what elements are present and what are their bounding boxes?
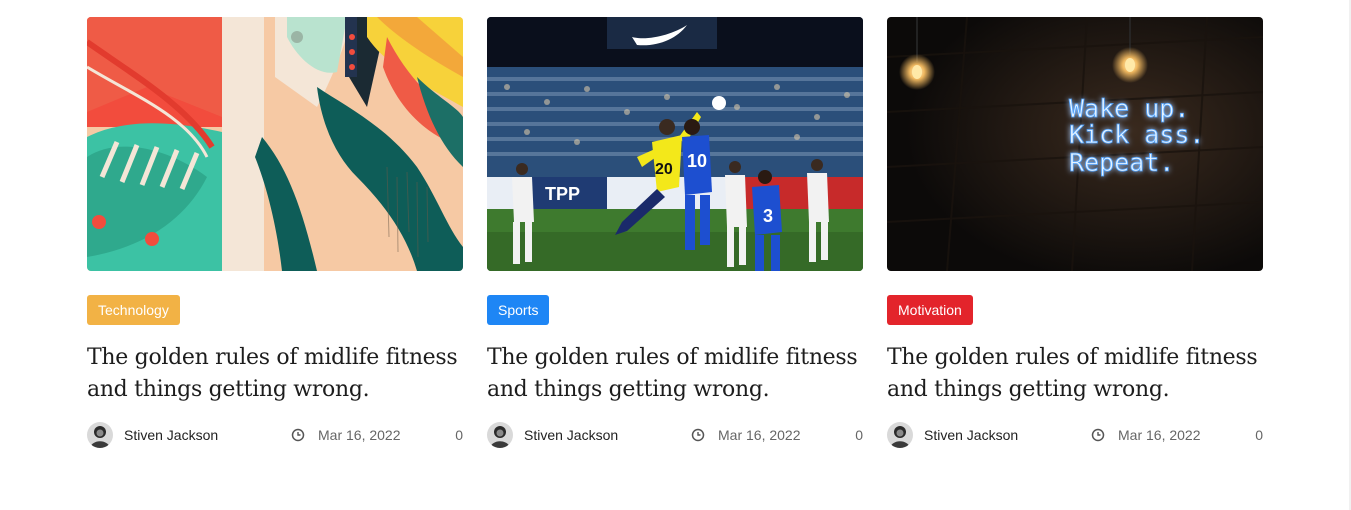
author-name[interactable]: Stiven Jackson [524, 427, 691, 443]
clock-icon [691, 428, 705, 442]
author-avatar[interactable] [87, 422, 113, 448]
comment-count[interactable]: 0 [1255, 427, 1263, 443]
svg-text:TPP: TPP [545, 184, 580, 204]
svg-text:10: 10 [687, 151, 707, 171]
post-title[interactable]: The golden rules of midlife fitness and … [87, 342, 463, 406]
post-card: Technology The golden rules of midlife f… [87, 17, 463, 450]
post-date: Mar 16, 2022 [318, 427, 401, 443]
comment-count[interactable]: 0 [855, 427, 863, 443]
author-avatar[interactable] [487, 422, 513, 448]
post-meta: Stiven Jackson Mar 16, 2022 0 [87, 420, 463, 450]
post-title[interactable]: The golden rules of midlife fitness and … [887, 342, 1263, 406]
svg-text:20: 20 [655, 161, 673, 178]
author-name[interactable]: Stiven Jackson [124, 427, 291, 443]
post-date: Mar 16, 2022 [1118, 427, 1201, 443]
posts-grid: Technology The golden rules of midlife f… [87, 17, 1263, 450]
neon-line-2: Kick ass. [1069, 120, 1204, 149]
category-badge-motivation[interactable]: Motivation [887, 295, 973, 325]
post-date: Mar 16, 2022 [718, 427, 801, 443]
post-meta: Stiven Jackson Mar 16, 2022 0 [887, 420, 1263, 450]
post-thumbnail-abstract-painting[interactable] [87, 17, 463, 271]
neon-line-3: Repeat. [1069, 148, 1174, 177]
post-thumbnail-football-match[interactable]: TPP 20 10 3 [487, 17, 863, 271]
post-card: Wake up. Kick ass. Repeat. Motivation Th… [887, 17, 1263, 450]
svg-text:3: 3 [763, 206, 773, 226]
category-badge-sports[interactable]: Sports [487, 295, 550, 325]
author-name[interactable]: Stiven Jackson [924, 427, 1091, 443]
post-card: TPP 20 10 3 Sports The golden rules of m… [487, 17, 863, 450]
clock-icon [1091, 428, 1105, 442]
clock-icon [291, 428, 305, 442]
neon-line-1: Wake up. [1069, 94, 1189, 123]
category-badge-technology[interactable]: Technology [87, 295, 180, 325]
post-thumbnail-neon-sign[interactable]: Wake up. Kick ass. Repeat. [887, 17, 1263, 271]
comment-count[interactable]: 0 [455, 427, 463, 443]
post-meta: Stiven Jackson Mar 16, 2022 0 [487, 420, 863, 450]
author-avatar[interactable] [887, 422, 913, 448]
post-title[interactable]: The golden rules of midlife fitness and … [487, 342, 863, 406]
